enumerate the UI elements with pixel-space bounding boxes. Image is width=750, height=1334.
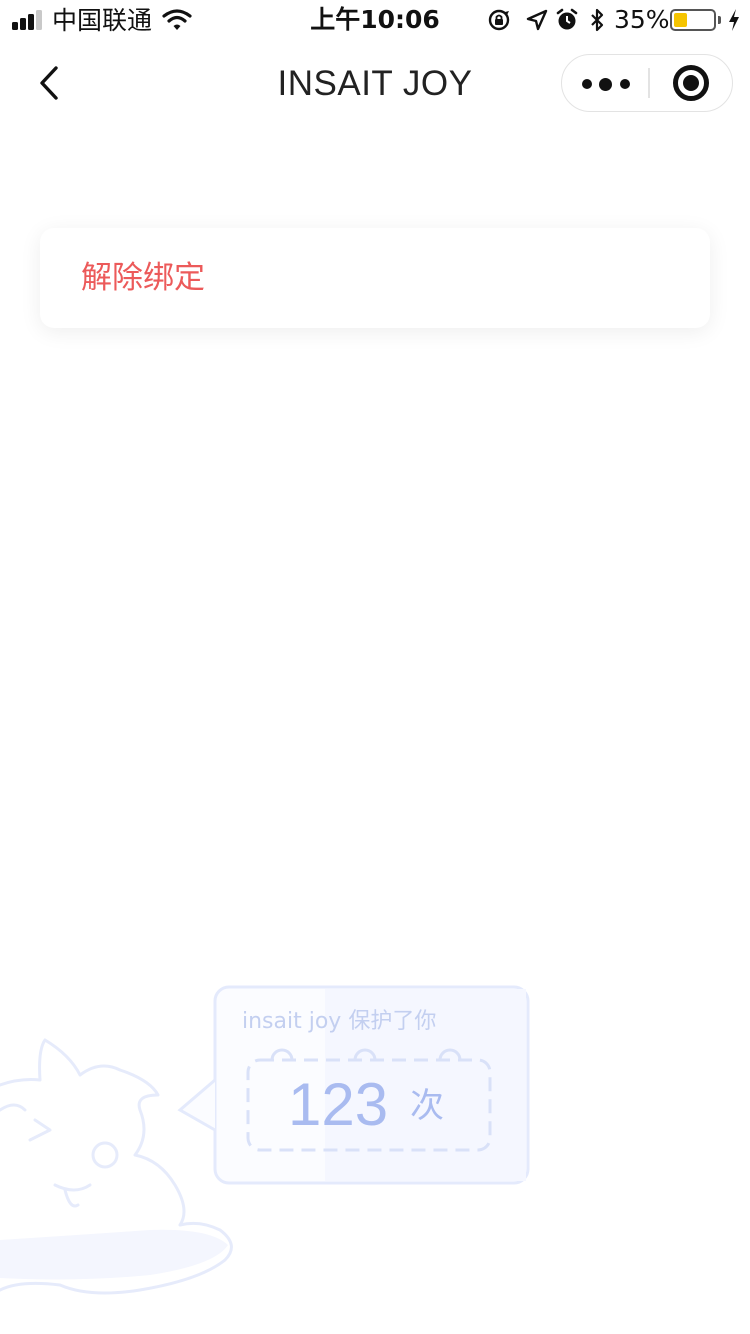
protection-count-unit: 次 — [410, 1086, 444, 1126]
charging-icon — [729, 9, 739, 31]
more-button[interactable] — [562, 55, 648, 110]
battery-cap — [718, 16, 721, 24]
battery-percent: 35% — [614, 5, 670, 34]
battery-icon — [670, 9, 716, 31]
bluetooth-icon — [591, 8, 604, 32]
navigation-bar: INSAIT JOY — [0, 40, 750, 128]
close-button[interactable] — [650, 55, 732, 110]
unbind-card[interactable]: 解除绑定 — [40, 228, 710, 328]
orientation-lock-icon — [488, 9, 510, 31]
mini-program-capsule — [561, 54, 733, 112]
unbind-label: 解除绑定 — [81, 260, 205, 296]
alarm-icon — [556, 8, 578, 30]
protection-message: insait joy 保护了你 — [242, 1009, 437, 1034]
location-icon — [526, 9, 548, 31]
protection-count: 123 — [288, 1071, 389, 1138]
mascot-fill — [0, 1229, 228, 1280]
status-bar: 中国联通 上午10:06 35% — [0, 0, 750, 40]
battery-level-fill — [674, 13, 688, 27]
